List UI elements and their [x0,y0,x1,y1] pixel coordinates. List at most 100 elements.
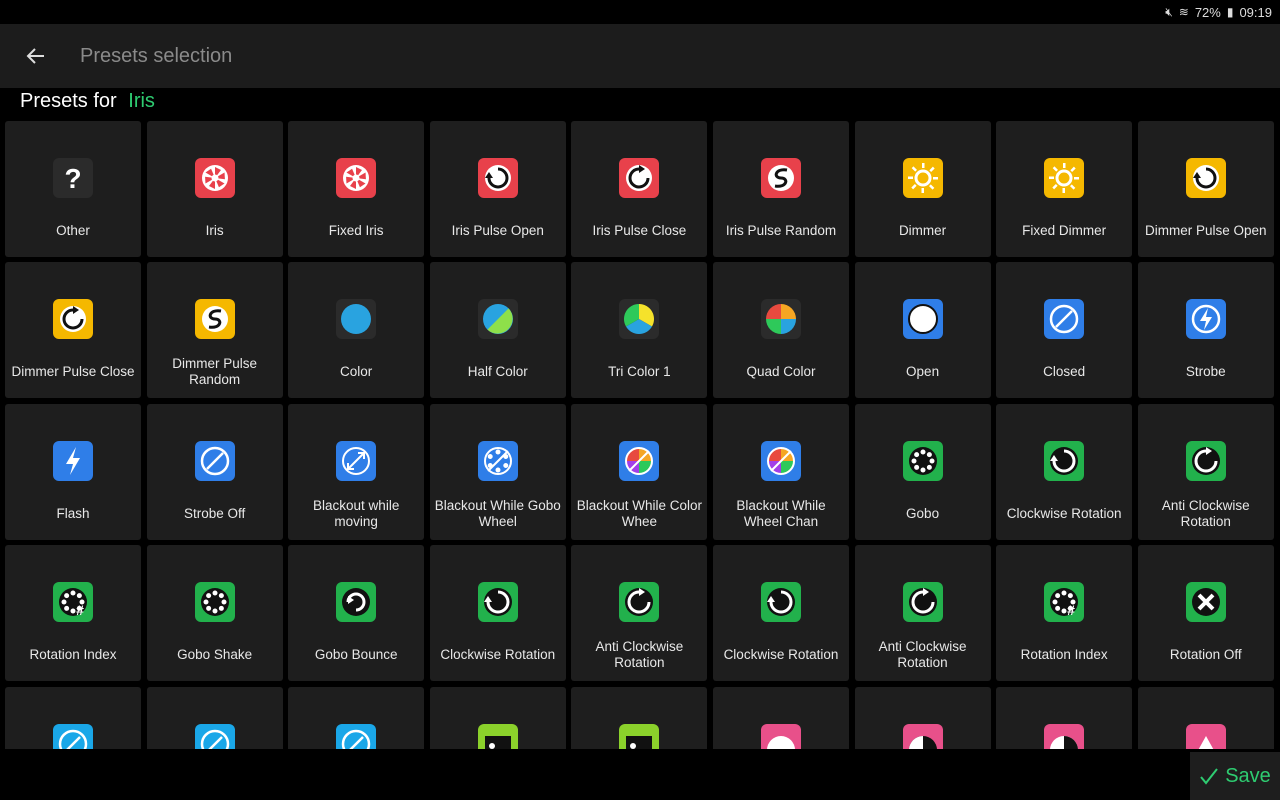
preset-label: Blackout while moving [313,497,400,529]
preset-label: Other [56,223,90,238]
preset-tile[interactable]: Clockwise Rotation [712,545,849,682]
preset-tile[interactable] [288,686,425,749]
ccw-icon [619,582,660,623]
preset-tile[interactable]: Half Color [429,262,566,399]
preset-label: Flash [56,505,90,521]
preset-tile[interactable]: # Rotation Index [5,545,141,682]
preset-label: Open [906,364,940,380]
preset-tile[interactable]: Dimmer Pulse Random [146,262,283,399]
preset-tile[interactable]: Quad Color [712,262,849,399]
preset-tile[interactable]: Strobe [1137,262,1274,399]
blackout-color-icon [760,440,801,481]
mute-icon: 🔇︎ [1165,4,1173,19]
preset-label: Anti Clockwise Rotation [1161,497,1250,529]
preset-tile[interactable]: Clockwise Rotation [429,545,566,682]
preset-tile[interactable]: Gobo [854,403,991,540]
clock: 09:19 [1239,4,1272,20]
preset-tile[interactable] [571,686,708,749]
prism-icon [619,723,660,749]
preset-tile[interactable] [854,686,991,749]
sun-icon [1044,158,1085,198]
bolt-circle-icon [1185,299,1226,340]
preset-label: Tri Color 1 [608,364,671,380]
preset-tile[interactable]: Dimmer [854,121,991,257]
preset-tile[interactable]: # Rotation Index [996,545,1133,682]
closed-icon [194,440,235,481]
cw-icon [477,582,518,623]
preset-tile[interactable]: Fixed Iris [288,121,425,257]
preset-tile[interactable]: Anti Clockwise Rotation [854,545,991,682]
preset-tile[interactable]: Dimmer Pulse Open [1137,121,1274,257]
preset-tile[interactable]: Anti Clockwise Rotation [1137,403,1274,540]
preset-tile[interactable]: Closed [996,262,1133,399]
preset-tile[interactable]: Gobo Shake [146,545,283,682]
preset-tile[interactable]: Flash [5,403,141,540]
preset-label: Iris Pulse Random [725,223,837,238]
preset-label: Dimmer Pulse Close [11,364,135,380]
preset-tile[interactable]: Blackout While Gobo Wheel [429,403,566,540]
preset-tile[interactable] [146,686,283,749]
gobo-icon [194,582,235,623]
presets-grid: ? Other Iris Fixed Iris Iris Pulse Open Iris … [5,121,1280,749]
save-button[interactable]: Save [1190,752,1280,800]
pulse-open-icon [1185,158,1226,198]
status-bar: 🔇︎ ≋ 72% ▮ 09:19 [0,0,1280,24]
preset-tile[interactable]: Strobe Off [146,403,283,540]
preset-tile[interactable] [996,686,1133,749]
preset-label: Blackout While Wheel Chan [736,497,826,529]
pulse-random-icon [760,158,801,198]
preset-tile[interactable] [5,686,141,749]
bolt-icon [53,440,93,481]
presets-header-prefix: Presets for [20,90,117,112]
preset-tile[interactable]: Iris Pulse Random [712,121,849,257]
preset-label: Rotation Off [1169,647,1242,663]
preset-tile[interactable]: Tri Color 1 [571,262,708,399]
color-icon [336,299,377,340]
preset-tile[interactable]: Blackout While Wheel Chan [712,403,849,540]
ccw-icon [902,582,943,623]
preset-tile[interactable]: ? Other [5,121,141,257]
preset-label: Blackout While Color Whee [576,497,703,529]
preset-tile[interactable]: Iris Pulse Open [429,121,566,257]
preset-tile[interactable]: Blackout while moving [288,403,425,540]
pulse-close-icon [53,299,93,340]
preset-tile[interactable] [429,686,566,749]
battery-level: 72% [1194,4,1221,20]
preset-label: Blackout While Gobo Wheel [434,497,561,529]
svg-text:#: # [1067,602,1075,618]
preset-tile[interactable]: Fixed Dimmer [996,121,1133,257]
back-button[interactable] [0,24,72,88]
preset-label: Anti Clockwise Rotation [595,639,684,671]
preset-tile[interactable]: Dimmer Pulse Close [5,262,141,399]
preset-tile[interactable]: Anti Clockwise Rotation [571,545,708,682]
preset-label: Quad Color [746,364,816,380]
white-circle-icon [760,723,801,749]
preset-tile[interactable]: Iris Pulse Close [571,121,708,257]
preset-label: Gobo Bounce [314,647,398,663]
bottom-bar [0,750,1280,800]
preset-tile[interactable]: Blackout While Color Whee [571,403,708,540]
preset-label: Clockwise Rotation [723,647,839,663]
preset-tile[interactable]: Open [854,262,991,399]
preset-label: Anti Clockwise Rotation [878,639,967,671]
preset-tile[interactable] [1137,686,1274,749]
quarter-white-icon [1044,723,1085,749]
pulse-random-icon [194,299,235,340]
gobo-icon [902,440,943,481]
drop-icon [1185,723,1226,749]
preset-tile[interactable]: Rotation Off [1137,545,1274,682]
half-color-icon [477,299,518,340]
preset-tile[interactable] [712,686,849,749]
cw-icon [1044,440,1085,481]
preset-tile[interactable]: Color [288,262,425,399]
preset-tile[interactable]: Iris [146,121,283,257]
quad-color-icon [760,299,801,340]
svg-text:?: ? [64,163,81,194]
svg-text:#: # [76,602,84,618]
preset-label: Fixed Iris [328,223,384,238]
blackout-move-icon [336,440,377,481]
preset-label: Strobe Off [183,505,246,521]
preset-tile[interactable]: Gobo Bounce [288,545,425,682]
gobo-index-icon: # [53,582,93,623]
preset-tile[interactable]: Clockwise Rotation [996,403,1133,540]
